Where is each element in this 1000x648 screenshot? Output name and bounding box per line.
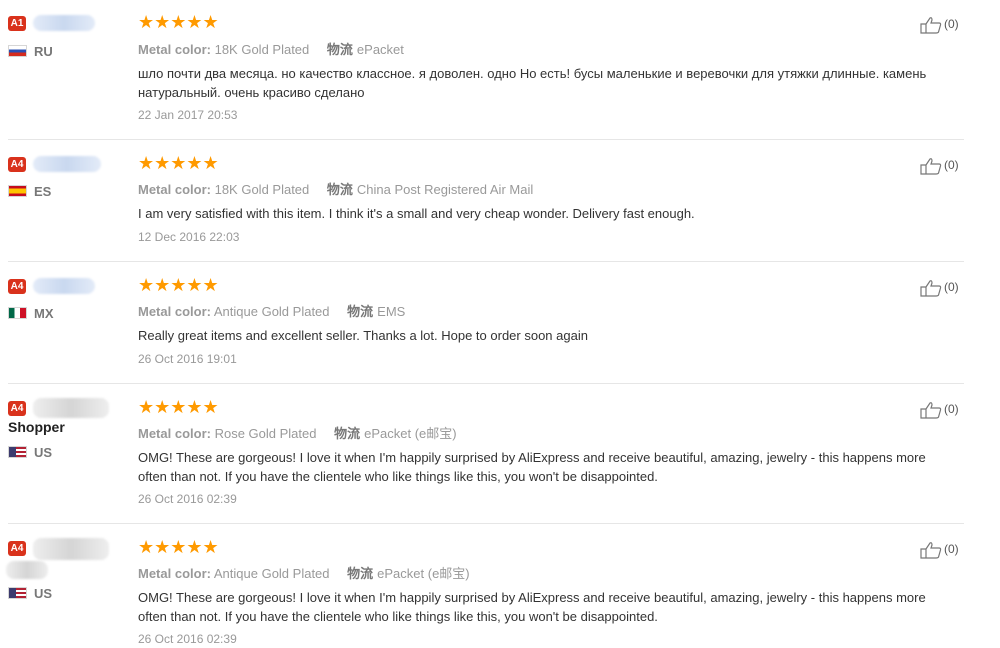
review-divider bbox=[8, 261, 964, 262]
buyer-level-badge: A1 bbox=[8, 16, 26, 31]
helpful-count: (0) bbox=[944, 542, 959, 557]
buyer-name-blurred bbox=[33, 538, 109, 560]
shipping-value: China Post Registered Air Mail bbox=[356, 182, 534, 197]
flag-es-icon bbox=[8, 185, 27, 197]
review-text: I am very satisfied with this item. I th… bbox=[138, 206, 695, 221]
metal-color-label: Metal color: bbox=[138, 304, 211, 319]
order-info: Metal color: Antique Gold Plated 物流 ePack… bbox=[138, 563, 470, 582]
star-rating: ★★★★★ bbox=[138, 275, 219, 295]
buyer-name-blurred bbox=[6, 561, 48, 579]
helpful-count: (0) bbox=[944, 158, 959, 173]
buyer-level-badge: A4 bbox=[8, 401, 26, 416]
star-rating: ★★★★★ bbox=[138, 397, 219, 417]
star-rating: ★★★★★ bbox=[138, 537, 219, 557]
star-rating: ★★★★★ bbox=[138, 12, 219, 32]
buyer-level-badge: A4 bbox=[8, 279, 26, 294]
helpful-count: (0) bbox=[944, 17, 959, 32]
shipping-value: ePacket (e邮宝) bbox=[364, 426, 457, 441]
helpful-button[interactable]: (0) bbox=[920, 279, 959, 297]
review-date: 26 Oct 2016 02:39 bbox=[138, 632, 237, 646]
review-date: 12 Dec 2016 22:03 bbox=[138, 230, 240, 244]
metal-color-label: Metal color: bbox=[138, 182, 211, 197]
buyer-country: RU bbox=[34, 44, 53, 59]
review-date: 26 Oct 2016 19:01 bbox=[138, 352, 237, 366]
helpful-button[interactable]: (0) bbox=[920, 401, 959, 419]
review-text: Really great items and excellent seller.… bbox=[138, 328, 588, 343]
review-text: OMG! These are gorgeous! I love it when … bbox=[138, 450, 926, 484]
buyer-name-blurred bbox=[33, 156, 101, 172]
review-date: 22 Jan 2017 20:53 bbox=[138, 108, 238, 122]
helpful-count: (0) bbox=[944, 402, 959, 417]
buyer-country: US bbox=[34, 445, 53, 460]
metal-color-value: 18K Gold Plated bbox=[214, 182, 310, 197]
shipping-label: 物流 bbox=[326, 182, 353, 197]
metal-color-value: 18K Gold Plated bbox=[214, 42, 310, 57]
star-rating: ★★★★★ bbox=[138, 153, 219, 173]
shipping-label: 物流 bbox=[334, 426, 361, 441]
buyer-name-blurred bbox=[33, 15, 95, 31]
review-date: 26 Oct 2016 02:39 bbox=[138, 492, 237, 506]
metal-color-value: Rose Gold Plated bbox=[214, 426, 317, 441]
order-info: Metal color: Antique Gold Plated 物流 EMS bbox=[138, 301, 405, 320]
thumbs-up-icon bbox=[920, 542, 942, 559]
metal-color-label: Metal color: bbox=[138, 426, 211, 441]
helpful-button[interactable]: (0) bbox=[920, 541, 959, 559]
helpful-button[interactable]: (0) bbox=[920, 16, 959, 34]
review-text: шло почти два месяца. но качество классн… bbox=[138, 66, 927, 100]
helpful-button[interactable]: (0) bbox=[920, 157, 959, 175]
review-text: OMG! These are gorgeous! I love it when … bbox=[138, 590, 926, 624]
flag-us-icon bbox=[8, 446, 27, 458]
order-info: Metal color: 18K Gold Plated 物流 China Pos… bbox=[138, 179, 533, 198]
flag-us-icon bbox=[8, 587, 27, 599]
shipping-label: 物流 bbox=[347, 566, 374, 581]
shipping-value: ePacket bbox=[356, 42, 404, 57]
flag-mx-icon bbox=[8, 307, 27, 319]
buyer-level-badge: A4 bbox=[8, 157, 26, 172]
shipping-value: EMS bbox=[377, 304, 406, 319]
buyer-name-blurred bbox=[33, 278, 95, 294]
shipping-label: 物流 bbox=[326, 42, 353, 57]
metal-color-label: Metal color: bbox=[138, 566, 211, 581]
shipping-label: 物流 bbox=[347, 304, 374, 319]
buyer-country: ES bbox=[34, 184, 52, 199]
thumbs-up-icon bbox=[920, 280, 942, 297]
buyer-level-badge: A4 bbox=[8, 541, 26, 556]
review-divider bbox=[8, 139, 964, 140]
thumbs-up-icon bbox=[920, 17, 942, 34]
metal-color-value: Antique Gold Plated bbox=[213, 566, 330, 581]
metal-color-value: Antique Gold Plated bbox=[213, 304, 330, 319]
review-divider bbox=[8, 523, 964, 524]
buyer-name-blurred bbox=[33, 398, 109, 418]
shipping-value: ePacket (e邮宝) bbox=[377, 566, 470, 581]
buyer-name: Shopper bbox=[8, 419, 65, 435]
helpful-count: (0) bbox=[944, 280, 959, 295]
review-divider bbox=[8, 383, 964, 384]
order-info: Metal color: Rose Gold Plated 物流 ePacket … bbox=[138, 423, 457, 442]
buyer-country: US bbox=[34, 586, 53, 601]
thumbs-up-icon bbox=[920, 158, 942, 175]
thumbs-up-icon bbox=[920, 402, 942, 419]
order-info: Metal color: 18K Gold Plated 物流 ePacket bbox=[138, 39, 404, 58]
buyer-country: MX bbox=[34, 306, 54, 321]
flag-ru-icon bbox=[8, 45, 27, 57]
metal-color-label: Metal color: bbox=[138, 42, 211, 57]
